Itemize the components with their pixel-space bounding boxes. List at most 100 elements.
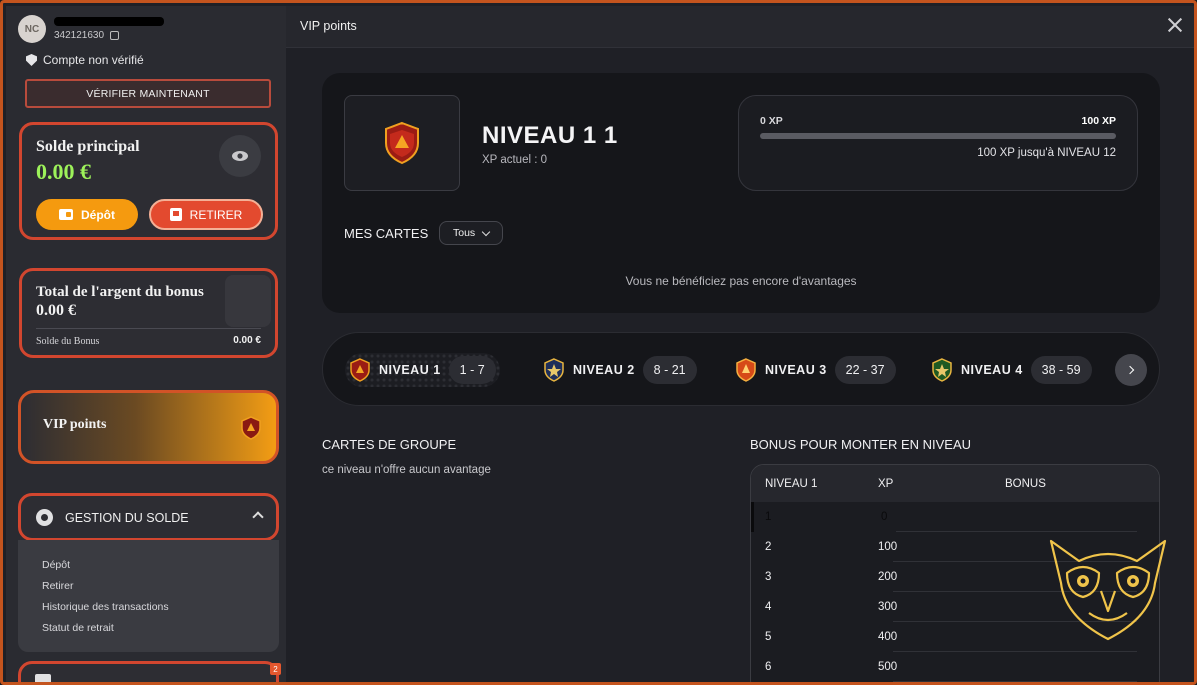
- level-tab-name: NIVEAU 1: [379, 363, 441, 377]
- level-title: NIVEAU 1 1: [482, 122, 618, 149]
- withdraw-button-label: RETIRER: [189, 207, 243, 222]
- level-2-badge-icon: [544, 358, 564, 382]
- level-tab-range: 38 - 59: [1030, 356, 1092, 384]
- user-id-row: 342121630: [54, 30, 164, 41]
- chevron-down-icon: [481, 227, 491, 236]
- bonus-balance-card: Total de l'argent du bonus 0.00 € Solde …: [19, 268, 278, 358]
- my-cards-label: MES CARTES: [344, 226, 429, 241]
- vip-points-label: VIP points: [43, 417, 107, 432]
- submenu-item-deposit[interactable]: Dépôt: [42, 559, 279, 580]
- table-cell: 4: [765, 601, 772, 613]
- level-tab-2[interactable]: NIVEAU 2 8 - 21: [543, 353, 697, 387]
- balance-management-label: GESTION DU SOLDE: [65, 511, 189, 525]
- xp-progress-box: 0 XP 100 XP 100 XP jusqu'à NIVEAU 12: [738, 95, 1138, 191]
- shield-icon: [26, 54, 37, 66]
- level-tab-1[interactable]: NIVEAU 1 1 - 7: [345, 353, 500, 387]
- submenu-item-history[interactable]: Historique des transactions: [42, 601, 279, 622]
- bonus-balance-title: Total de l'argent du bonus: [36, 284, 204, 300]
- next-menu-card[interactable]: [18, 661, 279, 682]
- withdraw-button[interactable]: RETIRER: [149, 199, 263, 230]
- divider: [36, 328, 261, 329]
- group-cards-title: CARTES DE GROUPE: [322, 437, 457, 452]
- verify-now-button[interactable]: VÉRIFIER MAINTENANT: [25, 79, 271, 108]
- atm-icon: [169, 208, 182, 221]
- xp-min-label: 0 XP: [760, 115, 783, 127]
- deposit-button[interactable]: Dépôt: [36, 199, 138, 230]
- panel-header: VIP points: [286, 6, 1194, 48]
- level-tab-range: 1 - 7: [448, 356, 496, 384]
- bonus-sub-value: 0.00 €: [233, 335, 261, 346]
- level-tab-range: 8 - 21: [642, 356, 697, 384]
- table-cell: 5: [765, 631, 772, 643]
- xp-max-label: 100 XP: [1081, 115, 1116, 127]
- carousel-next-button[interactable]: [1115, 354, 1147, 386]
- no-advantages-text: Vous ne bénéficiez pas encore d'avantage…: [625, 274, 857, 288]
- table-cell: 400: [878, 631, 898, 643]
- xp-progress-bar: [760, 133, 1116, 139]
- chevron-right-icon: [1125, 365, 1135, 375]
- eye-icon[interactable]: [219, 135, 261, 177]
- chevron-up-icon: [252, 511, 264, 523]
- xp-next-label: 100 XP jusqu'à NIVEAU 12: [977, 147, 1116, 159]
- table-cell: 3: [765, 571, 772, 583]
- owl-logo-icon: [1049, 539, 1167, 641]
- current-xp: XP actuel : 0: [482, 154, 547, 166]
- level-4-badge-icon: [932, 358, 952, 382]
- cards-filter-select[interactable]: Tous: [439, 221, 503, 245]
- table-cell: 200: [878, 571, 898, 583]
- panel-title: VIP points: [300, 19, 357, 33]
- table-cell: 6: [765, 661, 772, 673]
- vip-panel: VIP points NIVEAU 1 1 XP actuel : 0 0 XP…: [286, 6, 1194, 682]
- table-header: NIVEAU 1 XP BONUS: [751, 465, 1159, 502]
- account-status: Compte non vérifié: [26, 53, 144, 67]
- level-tab-3[interactable]: NIVEAU 3 22 - 37: [735, 353, 896, 387]
- puzzle-icon: [225, 275, 271, 327]
- level-1-badge-icon: [350, 358, 370, 382]
- balance-submenu: Dépôt Retirer Historique des transaction…: [18, 540, 279, 652]
- avatar[interactable]: NC: [18, 15, 46, 43]
- table-cell: 100: [878, 541, 898, 553]
- username-redacted: [54, 17, 164, 26]
- table-cell: 500: [878, 661, 898, 673]
- level-bonus-title: BONUS POUR MONTER EN NIVEAU: [750, 437, 972, 452]
- level-tab-name: NIVEAU 2: [573, 363, 635, 377]
- submenu-item-withdraw[interactable]: Retirer: [42, 580, 279, 601]
- wallet-icon: [59, 209, 73, 220]
- level-badge-box: [344, 95, 460, 191]
- bonus-balance-value: 0.00 €: [36, 302, 76, 319]
- level-overview: NIVEAU 1 1 XP actuel : 0 0 XP 100 XP 100…: [322, 73, 1160, 313]
- copy-icon[interactable]: [110, 31, 120, 40]
- gear-icon: [36, 509, 53, 526]
- vip-points-menu[interactable]: VIP points: [18, 390, 279, 464]
- main-balance-value: 0.00 €: [36, 159, 91, 184]
- table-row: 6 500: [751, 652, 1159, 682]
- table-cell: 0: [881, 511, 888, 523]
- level-tab-name: NIVEAU 3: [765, 363, 827, 377]
- cards-filter-value: Tous: [453, 227, 476, 239]
- column-header: NIVEAU 1: [765, 477, 818, 490]
- user-id: 342121630: [54, 30, 105, 41]
- column-header: XP: [878, 477, 894, 490]
- grid-icon: [35, 674, 51, 682]
- deposit-button-label: Dépôt: [81, 207, 115, 222]
- column-header: BONUS: [1005, 477, 1046, 490]
- close-icon[interactable]: [1165, 15, 1185, 35]
- table-row: 1 0: [751, 502, 1159, 532]
- level-shield-icon: [385, 121, 419, 165]
- table-cell: 1: [765, 511, 772, 523]
- table-cell: 2: [765, 541, 772, 553]
- level-tab-name: NIVEAU 4: [961, 363, 1023, 377]
- balance-management-toggle[interactable]: GESTION DU SOLDE: [18, 493, 279, 541]
- vip-badge-icon: [240, 416, 262, 445]
- notification-badge: 2: [270, 663, 281, 675]
- sidebar: NC 342121630 Compte non vérifié VÉRIFIER…: [6, 6, 286, 682]
- bonus-sub-label: Solde du Bonus: [36, 336, 100, 347]
- main-balance-title: Solde principal: [36, 138, 140, 155]
- app-frame: NC 342121630 Compte non vérifié VÉRIFIER…: [0, 0, 1197, 685]
- level-tab-range: 22 - 37: [834, 356, 896, 384]
- account-status-text: Compte non vérifié: [43, 53, 144, 67]
- submenu-item-withdraw-status[interactable]: Statut de retrait: [42, 622, 279, 643]
- level-tab-4[interactable]: NIVEAU 4 38 - 59: [931, 353, 1092, 387]
- group-cards-text: ce niveau n'offre aucun avantage: [322, 464, 491, 476]
- level-3-badge-icon: [736, 358, 756, 382]
